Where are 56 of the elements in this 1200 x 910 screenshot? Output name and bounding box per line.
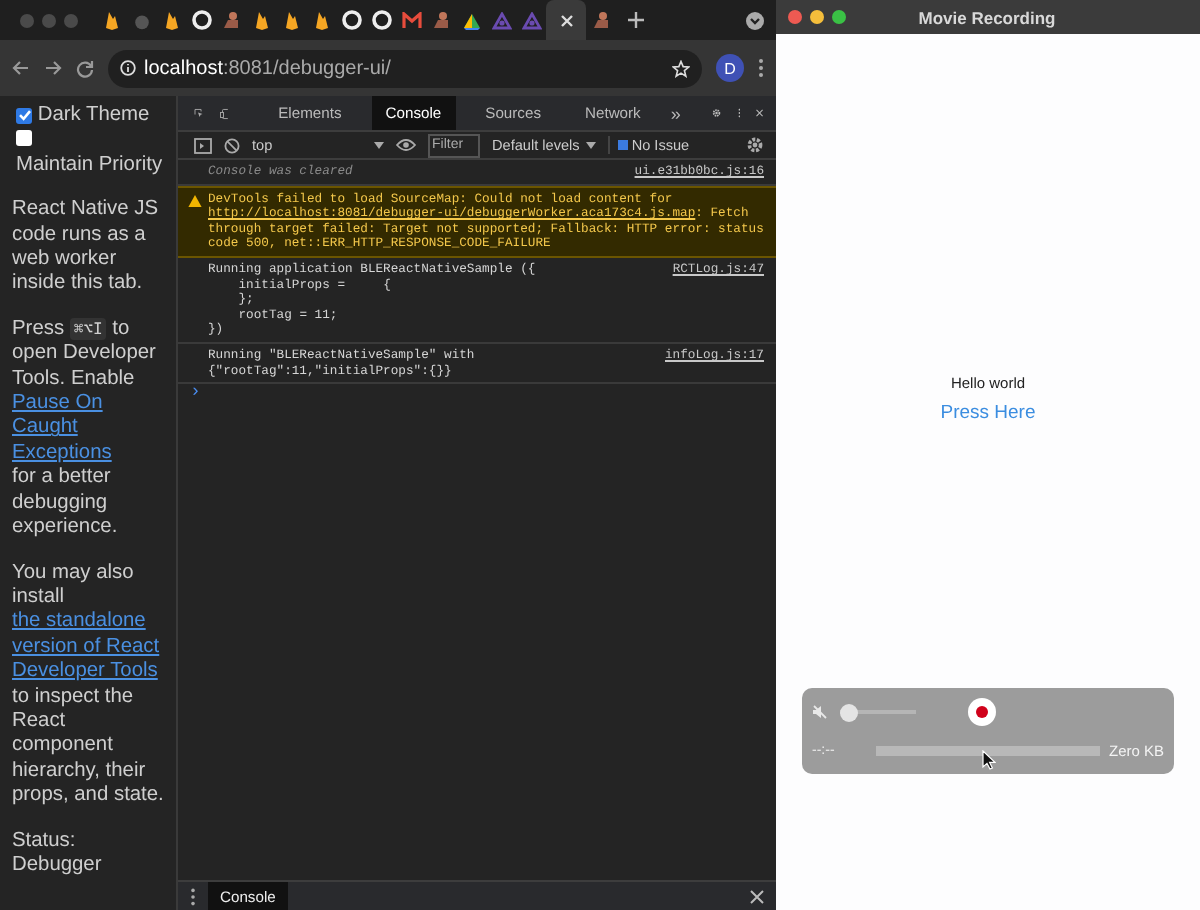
clear-console-icon[interactable] (224, 137, 240, 153)
caret-icon (374, 141, 384, 149)
new-tab-icon[interactable] (628, 12, 644, 28)
console-prompt[interactable]: › (178, 384, 776, 404)
checkbox-label[interactable]: Dark Theme (37, 104, 150, 129)
sidebar-toggle-icon[interactable] (194, 137, 212, 153)
forward-icon[interactable] (44, 60, 62, 76)
window-minimize-button[interactable] (810, 10, 824, 24)
figure-icon (222, 10, 240, 30)
mail-icon (401, 12, 421, 28)
reload-icon[interactable] (76, 59, 94, 77)
link[interactable]: the standalone version of React Developer Tools (12, 610, 166, 686)
settings-icon[interactable] (712, 104, 722, 122)
menu-icon[interactable] (190, 887, 196, 905)
sidebar-paragraph: You may also install the standalone version of React Developer Tools to inspect the React component hierarchy, their props, and state. (12, 561, 166, 810)
window-title: Movie Recording (916, 7, 1058, 27)
settings-icon[interactable] (746, 136, 764, 154)
more-tabs-button[interactable]: » (670, 103, 681, 123)
triangle-logo-icon (521, 11, 541, 29)
checkbox-label[interactable]: Maintain Priority (16, 153, 163, 179)
profile-avatar[interactable]: D (716, 54, 744, 82)
info-icon[interactable] (120, 60, 136, 76)
url-path: :8081/debugger-ui/ (222, 57, 391, 79)
star-icon[interactable] (672, 59, 690, 77)
close-icon[interactable] (750, 889, 764, 903)
back-icon[interactable] (12, 60, 30, 76)
tab-search-icon[interactable] (746, 11, 764, 29)
sidebar-paragraph: Status: Debugger (12, 829, 104, 879)
sidebar-paragraph: Press ⌘⌥I to open Developer Tools. Enable Pause On Caught Exceptions for a better debugging experience. (12, 317, 166, 541)
shortcut-key: ⌘⌥I (69, 317, 107, 340)
warning-icon (188, 193, 202, 208)
checkbox[interactable] (16, 107, 32, 123)
close-icon[interactable] (559, 13, 573, 27)
flame-icon (103, 10, 119, 30)
inspect-icon[interactable] (194, 104, 204, 122)
figure-icon (592, 10, 610, 30)
sidebar-paragraph: React Native JS code runs as a web worker inside this tab. (12, 198, 161, 298)
browser-tab[interactable] (546, 0, 586, 40)
device-icon[interactable] (219, 103, 229, 123)
close-icon[interactable] (756, 106, 764, 120)
caret-icon (585, 141, 596, 149)
triangle-logo-icon (491, 11, 511, 29)
url-host: localhost (144, 57, 223, 79)
volume-thumb[interactable] (840, 703, 859, 721)
window-close-button[interactable] (788, 10, 802, 24)
figure-icon (432, 10, 450, 30)
link[interactable]: Pause On Caught Exceptions (12, 392, 166, 467)
triangle-icon (461, 11, 481, 29)
eye-icon[interactable] (396, 138, 416, 152)
checkbox[interactable] (16, 130, 32, 147)
flame-icon (163, 10, 179, 30)
menu-icon[interactable] (758, 58, 764, 78)
address-bar[interactable]: localhost:8081/debugger-ui/ (108, 49, 702, 87)
cursor-icon (982, 750, 996, 770)
window-zoom-button[interactable] (832, 10, 846, 24)
record-button[interactable] (968, 698, 996, 726)
